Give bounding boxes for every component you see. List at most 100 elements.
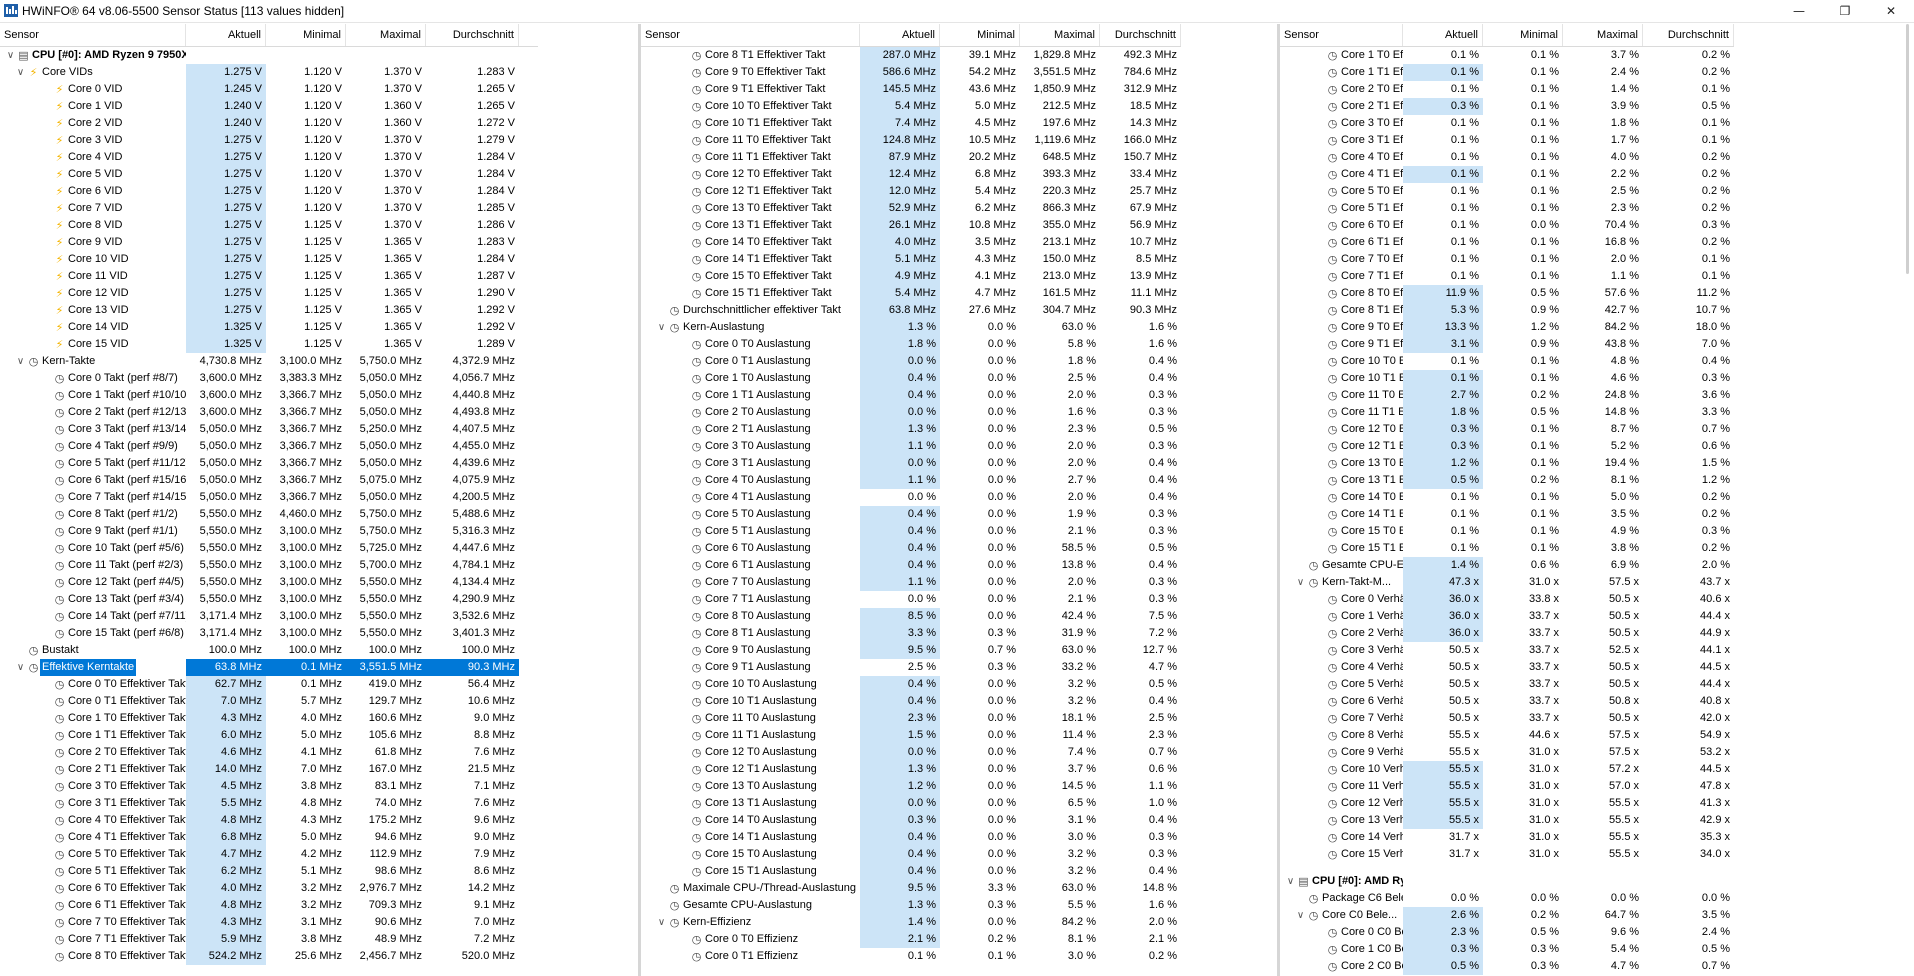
sensor-row[interactable]: ◷Core 6 Verhä... 50.5 x 33.7 x 50.8 x 40.8 x [1280, 693, 1734, 710]
sensor-row[interactable]: ◷Core 2 T1 Eff...0.3 % 0.1 % 3.9 % 0.5 % [1280, 98, 1734, 115]
sensor-name-cell[interactable]: ◷Core 12 Verh... [1280, 795, 1403, 812]
sensor-row[interactable]: ◷Core 5 T1 Eff... 0.1 % 0.1 % 2.3 % 0.2 % [1280, 200, 1734, 217]
sensor-panel-right[interactable]: Sensor Aktuell Minimal Maximal Durchschnitt ◷… [1280, 24, 1734, 976]
sensor-row[interactable]: ◷ Core 10 T1 Auslastung 0.4 % 0.0 % 3.2 % 0.4… [641, 693, 1181, 710]
sensor-name-cell[interactable]: ◷ Core 6 T1 Auslastung [641, 557, 860, 574]
sensor-row[interactable]: ◷ Core 6 T0 Auslastung 0.4 % 0.0 % 58.5 % 0.5… [641, 540, 1181, 557]
sensor-name-cell[interactable]: ◷ Core 2 T0 Effektiver Takt [0, 744, 186, 761]
sensor-row[interactable]: ◷ Core 7 T1 Auslastung 0.0 % 0.0 % 2.1 % 0.3 … [641, 591, 1181, 608]
sensor-name-cell[interactable]: ◷Core 5 T0 Eff... [1280, 183, 1403, 200]
sensor-row[interactable]: ◷ Core 9 T1 Auslastung 2.5 % 0.3 % 33.2 % 4.7… [641, 659, 1181, 676]
sensor-name-cell[interactable]: ◷ Core 5 T0 Effektiver Takt [0, 846, 186, 863]
sensor-name-cell[interactable]: ◷ Core 10 Takt (perf #5/6) [0, 540, 186, 557]
sensor-row[interactable]: ◷ Gesamte CPU-Auslastung 1.3 % 0.3 % 5.5 % 1.… [641, 897, 1181, 914]
sensor-name-cell[interactable]: ◷Core 14 Verh... [1280, 829, 1403, 846]
sensor-row[interactable]: ◷ Core 10 Takt (perf #5/6) 5,550.0 MHz 3,10… [0, 540, 538, 557]
sensor-row[interactable]: ∨ ◷ Effektive Kerntakte 63.8 MHz 0.1 MHz 3,55… [0, 659, 538, 676]
sensor-row[interactable]: ◷Core 9 T0 Eff...13.3 % 1.2 % 84.2 % 18.0 % [1280, 319, 1734, 336]
sensor-row[interactable]: ◷Core 1 Verhä...36.0 x 33.7 x 50.5 x 44.4 x [1280, 608, 1734, 625]
sensor-row[interactable]: ◷Core 1 C0 Be...0.3 %0.3 %5.4 %0.5 % [1280, 941, 1734, 958]
sensor-name-cell[interactable]: ⚡ Core 7 VID [0, 200, 186, 217]
sensor-row[interactable]: ◷ Core 8 T1 Effektiver Takt 287.0 MHz 39.1 … [641, 47, 1181, 64]
sensor-row[interactable]: ◷Core 0 C0 Be...2.3 % 0.5 % 9.6 % 2.4 % [1280, 924, 1734, 941]
sensor-name-cell[interactable]: ◷ Core 1 T1 Auslastung [641, 387, 860, 404]
sensor-row[interactable]: ◷ Core 9 Takt (perf #1/1) 5,550.0 MHz 3,100… [0, 523, 538, 540]
sensor-row[interactable]: ◷ Core 2 T1 Effektiver Takt 14.0 MHz 7.0 MH… [0, 761, 538, 778]
sensor-row[interactable]: ◷ Core 1 T1 Effektiver Takt 6.0 MHz 5.0 MHz… [0, 727, 538, 744]
sensor-name-cell[interactable]: ◷ Core 13 Takt (perf #3/4) [0, 591, 186, 608]
sensor-name-cell[interactable]: ◷ Core 12 Takt (perf #4/5) [0, 574, 186, 591]
sensor-row[interactable]: ◷ Core 1 Takt (perf #10/10) 3,600.0 MHz 3,3… [0, 387, 538, 404]
sensor-name-cell[interactable]: ◷Core 3 T1 Eff... [1280, 132, 1403, 149]
column-header-current[interactable]: Aktuell [186, 24, 266, 46]
sensor-name-cell[interactable]: ◷ Core 4 T1 Auslastung [641, 489, 860, 506]
sensor-name-cell[interactable]: ◷Core 13 Verh... [1280, 812, 1403, 829]
sensor-row[interactable]: ◷Core 6 T1 Eff... 0.1 % 0.1 % 16.8 % 0.2 % [1280, 234, 1734, 251]
sensor-name-cell[interactable]: ◷ Core 9 T0 Auslastung [641, 642, 860, 659]
sensor-name-cell[interactable]: ◷ Core 4 Takt (perf #9/9) [0, 438, 186, 455]
sensor-name-cell[interactable]: ◷ Bustakt [0, 642, 186, 659]
sensor-name-cell[interactable]: ◷ Core 8 T0 Effektiver Takt [0, 948, 186, 965]
sensor-name-cell[interactable]: ◷ Core 7 T1 Auslastung [641, 591, 860, 608]
sensor-name-cell[interactable]: ◷ Core 10 T0 Auslastung [641, 676, 860, 693]
sensor-name-cell[interactable]: ◷ Core 3 T0 Effektiver Takt [0, 778, 186, 795]
sensor-name-cell[interactable]: ◷ Core 8 T1 Effektiver Takt [641, 47, 860, 64]
sensor-name-cell[interactable]: ◷Core 8 T0 Eff... [1280, 285, 1403, 302]
sensor-name-cell[interactable]: ◷Core 0 C0 Be... [1280, 924, 1403, 941]
column-header-avg[interactable]: Durchschnitt [1643, 24, 1734, 46]
sensor-name-cell[interactable]: ◷Core 15 Verh... [1280, 846, 1403, 863]
sensor-row[interactable]: ◷ Core 0 T0 Auslastung 1.8 % 0.0 % 5.8 % 1.6 … [641, 336, 1181, 353]
chevron-down-icon[interactable]: ∨ [1294, 574, 1307, 591]
maximize-button[interactable]: ❐ [1822, 0, 1868, 22]
sensor-row[interactable]: ◷Core 13 T0 E...1.2 % 0.1 % 19.4 % 1.5 % [1280, 455, 1734, 472]
sensor-name-cell[interactable]: ∨ ▤ CPU [#0]: AMD Ryzen 9 7950X3D [0, 47, 186, 64]
sensor-row[interactable]: ◷ Core 2 Takt (perf #12/13) 3,600.0 MHz 3,3… [0, 404, 538, 421]
column-header-max[interactable]: Maximal [1020, 24, 1100, 46]
sensor-row[interactable]: ◷Core 5 T0 Eff... 0.1 % 0.1 % 2.5 % 0.2 % [1280, 183, 1734, 200]
sensor-row[interactable]: ◷ Core 15 T1 Effektiver Takt 5.4 MHz 4.7 MH… [641, 285, 1181, 302]
sensor-row[interactable]: ∨ ◷ Kern-Auslastung 1.3 % 0.0 % 63.0 % 1.6 % [641, 319, 1181, 336]
sensor-row[interactable]: ◷ Core 9 T0 Effektiver Takt 586.6 MHz 54.2 … [641, 64, 1181, 81]
sensor-row[interactable]: ◷ Core 11 T1 Auslastung 1.5 % 0.0 % 11.4 % 2.… [641, 727, 1181, 744]
sensor-name-cell[interactable]: ⚡ Core 9 VID [0, 234, 186, 251]
sensor-name-cell[interactable]: ◷Core 2 C0 Be... [1280, 958, 1403, 975]
sensor-name-cell[interactable]: ⚡ Core 0 VID [0, 81, 186, 98]
sensor-row[interactable]: ◷Core 10 T1 E...0.1 %0.1 %4.6 %0.3 % [1280, 370, 1734, 387]
sensor-row[interactable]: ⚡ Core 12 VID 1.275 V 1.125 V 1.365 V 1.290 V [0, 285, 538, 302]
sensor-name-cell[interactable]: ⚡ Core 3 VID [0, 132, 186, 149]
sensor-name-cell[interactable]: ◷ Maximale CPU-/Thread-Auslastung [641, 880, 860, 897]
sensor-row[interactable]: ◷Core 4 T0 Eff... 0.1 % 0.1 % 4.0 % 0.2 % [1280, 149, 1734, 166]
sensor-name-cell[interactable]: ◷Core 10 T0 E... [1280, 353, 1403, 370]
sensor-name-cell[interactable]: ◷ Core 13 T0 Effektiver Takt [641, 200, 860, 217]
sensor-name-cell[interactable]: ◷ Core 15 T1 Effektiver Takt [641, 285, 860, 302]
sensor-row[interactable]: ◷ Core 8 T1 Auslastung 3.3 % 0.3 % 31.9 % 7.2… [641, 625, 1181, 642]
sensor-name-cell[interactable]: ◷Core 4 Verhä... [1280, 659, 1403, 676]
sensor-row[interactable]: ◷Core 9 Verhä... 55.5 x 31.0 x 57.5 x 53.2 x [1280, 744, 1734, 761]
sensor-row[interactable]: ◷ Core 14 T1 Auslastung 0.4 % 0.0 % 3.0 % 0.3… [641, 829, 1181, 846]
sensor-row[interactable]: ◷Core 14 Verh... 31.7 x 31.0 x 55.5 x 35.3 x [1280, 829, 1734, 846]
sensor-row[interactable]: ⚡ Core 0 VID 1.245 V 1.120 V 1.370 V 1.265 V [0, 81, 538, 98]
sensor-group-row[interactable]: ∨ ▤ CPU [#0]: AMD Ryzen 9 7950X3D [0, 47, 538, 64]
sensor-name-cell[interactable]: ◷Core 1 Verhä... [1280, 608, 1403, 625]
sensor-name-cell[interactable]: ◷ Durchschnittlicher effektiver Takt [641, 302, 860, 319]
sensor-name-cell[interactable]: ◷ Core 14 T0 Effektiver Takt [641, 234, 860, 251]
sensor-name-cell[interactable]: ◷Core 8 Verhä... [1280, 727, 1403, 744]
sensor-row[interactable]: ⚡ Core 10 VID 1.275 V 1.125 V 1.365 V 1.284 V [0, 251, 538, 268]
sensor-row[interactable]: ◷ Durchschnittlicher effektiver Takt 63.8 … [641, 302, 1181, 319]
sensor-name-cell[interactable]: ◷ Core 7 T1 Effektiver Takt [0, 931, 186, 948]
sensor-name-cell[interactable]: ◷ Core 1 T0 Effektiver Takt [0, 710, 186, 727]
sensor-row[interactable]: ◷Core 14 T1 E... 0.1 % 0.1 % 3.5 % 0.2 % [1280, 506, 1734, 523]
sensor-name-cell[interactable]: ◷ Core 9 Takt (perf #1/1) [0, 523, 186, 540]
column-header-min[interactable]: Minimal [940, 24, 1020, 46]
chevron-down-icon[interactable]: ∨ [14, 64, 27, 81]
sensor-name-cell[interactable]: ◷Core 12 T0 E... [1280, 421, 1403, 438]
sensor-row[interactable]: ◷Core 7 T0 Eff... 0.1 % 0.1 % 2.0 % 0.1 % [1280, 251, 1734, 268]
sensor-name-cell[interactable]: ◷ Core 1 Takt (perf #10/10) [0, 387, 186, 404]
sensor-name-cell[interactable]: ∨ ◷ Kern-Takte [0, 353, 186, 370]
sensor-row[interactable]: ◷ Core 10 T1 Effektiver Takt 7.4 MHz 4.5 MH… [641, 115, 1181, 132]
sensor-name-cell[interactable]: ⚡ Core 13 VID [0, 302, 186, 319]
sensor-row[interactable]: ◷ Core 5 T0 Auslastung 0.4 % 0.0 % 1.9 % 0.3 … [641, 506, 1181, 523]
sensor-name-cell[interactable]: ◷Core 14 T1 E... [1280, 506, 1403, 523]
sensor-name-cell[interactable]: ◷ Core 12 T1 Auslastung [641, 761, 860, 778]
chevron-down-icon[interactable]: ∨ [4, 47, 17, 64]
